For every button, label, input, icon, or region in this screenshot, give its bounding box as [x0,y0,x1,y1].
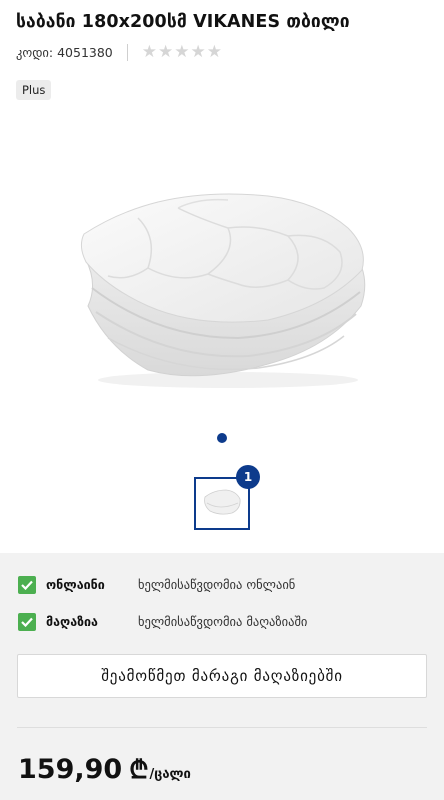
currency-symbol: ₾ [129,755,149,784]
section-divider [17,727,427,728]
availability-online-status: ხელმისაწვდომია ონლაინ [138,577,296,592]
star-icon: ★ [174,42,190,62]
availability-online: ონლაინი ხელმისაწვდომია ონლაინ [18,576,295,594]
product-code: კოდი: 4051380 [16,44,113,60]
star-icon: ★ [190,42,206,62]
checkmark-icon [18,613,36,631]
meta-divider [126,43,128,61]
carousel-dot-active[interactable] [217,433,227,443]
thumbnail-count-badge: 1 [236,465,260,489]
quilt-thumbnail-icon [204,489,241,515]
product-meta: კოდი: 4051380 ★ ★ ★ ★ ★ [16,43,222,61]
availability-online-label: ონლაინი [46,577,105,592]
product-title: საბანი 180x200სმ VIKANES თბილი [16,12,350,32]
availability-store-status: ხელმისაწვდომია მაღაზიაში [138,614,308,629]
plus-badge: Plus [16,80,52,100]
rating-stars[interactable]: ★ ★ ★ ★ ★ [142,43,222,61]
star-icon: ★ [141,42,158,62]
availability-store: მაღაზია ხელმისაწვდომია მაღაზიაში [18,613,307,631]
price-amount: 159,90 [18,754,123,785]
quilt-image-icon [80,193,366,388]
availability-store-label: მაღაზია [46,614,98,629]
price-unit: /ცალი [149,767,191,782]
product-main-image[interactable] [78,188,368,388]
star-icon: ★ [158,42,174,62]
check-stock-button[interactable]: შეამოწმეთ მარაგი მაღაზიებში [17,654,427,698]
checkmark-icon [18,576,36,594]
star-icon: ★ [206,42,223,62]
price: 159,90 ₾ /ცალი [18,752,191,786]
